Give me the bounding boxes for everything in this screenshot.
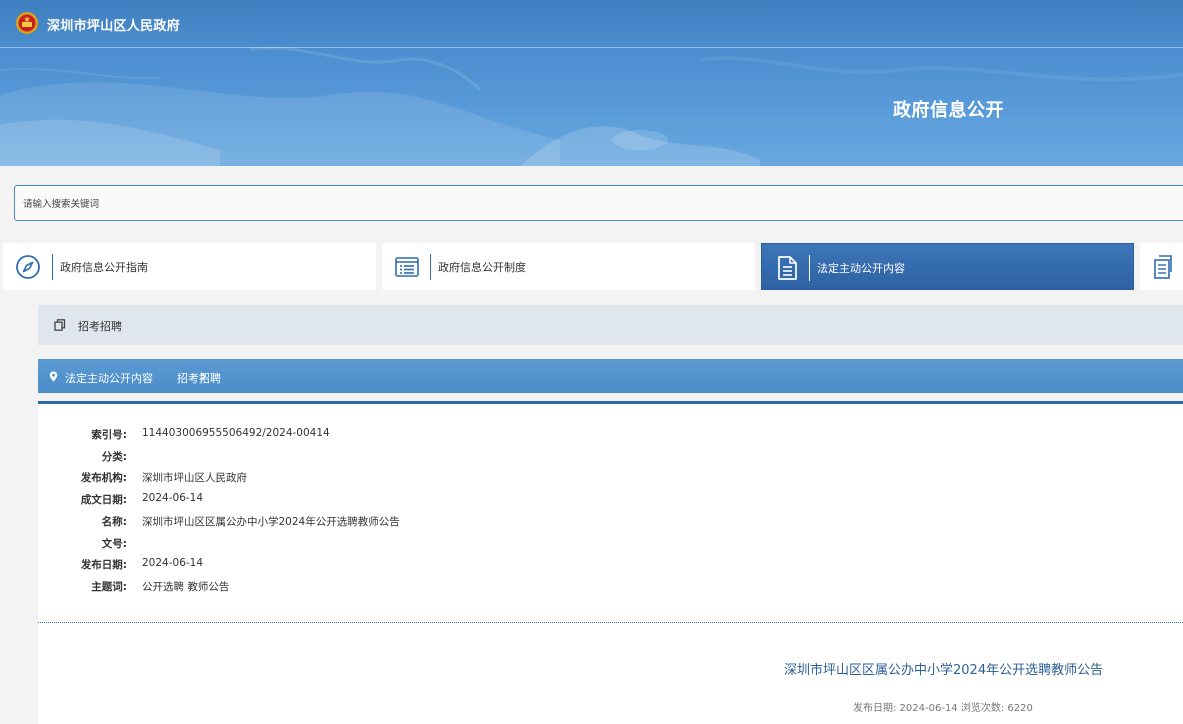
breadcrumb: 法定主动公开内容 招考招聘 [38,359,1183,393]
site-name[interactable]: 深圳市坪山区人民政府 [47,15,180,34]
category-title: 招考招聘 [78,320,122,333]
meta-value: 深圳市坪山区人民政府 [142,472,247,484]
copy-icon [54,319,66,331]
tab-separator [52,254,53,280]
tab-separator [430,254,431,280]
tab-disclosure-system[interactable]: 政府信息公开制度 [382,243,755,290]
content-divider [38,622,1183,623]
national-emblem-icon [16,12,38,34]
tab-label: 政府信息公开制度 [438,261,526,274]
banner-title: 政府信息公开 [893,100,1004,121]
meta-key: 名称: [101,516,127,528]
document-icon [778,256,797,280]
meta-value: 2024-06-14 [142,492,204,504]
meta-key: 索引号: [91,429,127,441]
category-bar: 招考招聘 [38,305,1183,345]
location-pin-icon [49,371,58,382]
tab-label: 政府信息公开指南 [60,261,148,274]
meta-key: 发布机构: [80,472,127,484]
breadcrumb-item-mandatory-disclosure[interactable]: 法定主动公开内容 [65,370,153,386]
top-bar: 深圳市坪山区人民政府 [0,0,1183,48]
breadcrumb-item-recruitment[interactable]: 招考招聘 [177,370,221,386]
article-title: 深圳市坪山区区属公办中小学2024年公开选聘教师公告 [784,663,1104,678]
meta-value: 公开选聘 教师公告 [142,581,230,593]
meta-value: 11440300695550649​2/2024-00414 [142,427,330,439]
tab-more[interactable] [1140,243,1183,290]
search-input[interactable] [21,186,625,222]
meta-key: 主题词: [91,581,127,593]
tab-separator [809,255,810,281]
search-box[interactable] [14,185,1183,222]
meta-value: 2024-06-14 [142,557,204,569]
meta-key: 发布日期: [80,559,127,571]
meta-value: 深圳市坪山区区属公办中小学2024年公开选聘教师公告 [142,516,400,528]
meta-key: 分类: [101,451,127,463]
file-stack-icon [1154,255,1172,279]
tab-mandatory-disclosure[interactable]: 法定主动公开内容 [761,243,1134,290]
article-meta: 发布日期: 2024-06-14 浏览次数: 6220 [853,703,1033,714]
meta-key: 成文日期: [80,494,127,506]
list-document-icon [395,257,419,277]
meta-key: 文号: [101,538,127,550]
header-banner: 深圳市坪山区人民政府 政府信息公开 [0,0,1183,166]
compass-icon [16,255,40,279]
content-panel: 索引号: 11440300695550649​2/2024-00414 分类: … [38,401,1183,724]
tab-disclosure-guide[interactable]: 政府信息公开指南 [3,243,376,290]
tab-label: 法定主动公开内容 [817,262,905,275]
